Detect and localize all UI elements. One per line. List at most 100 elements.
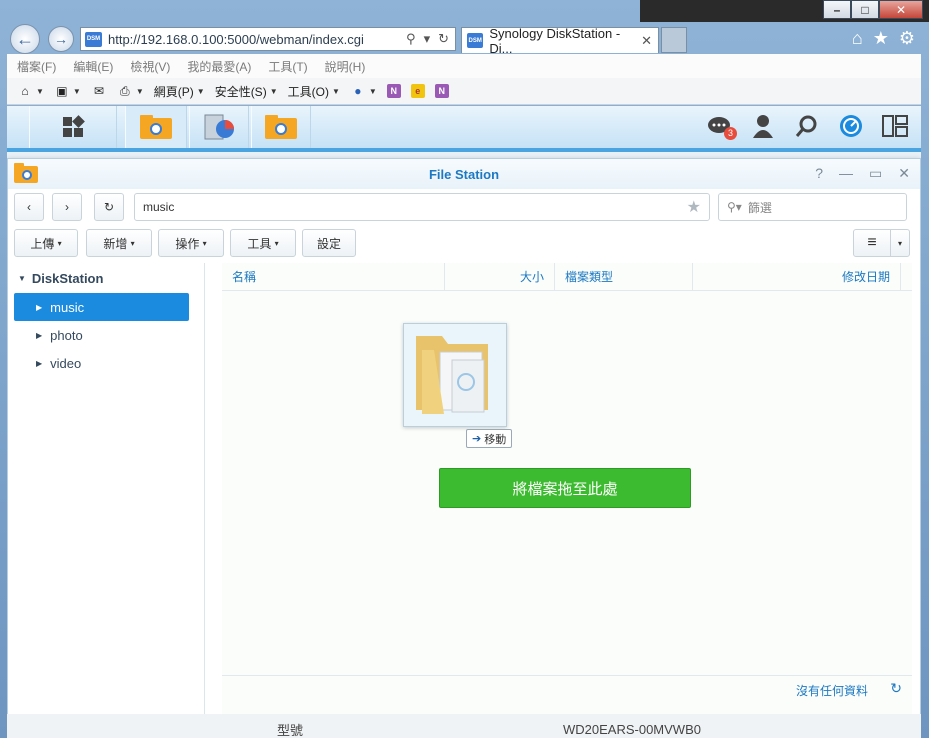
view-mode-button[interactable]: ≡ [853,229,891,257]
upload-button[interactable]: 上傳 ▾ [14,229,78,257]
gear-icon[interactable]: ⚙ [899,28,915,49]
tab-favicon-icon: DSM [467,33,484,48]
tab-close-icon[interactable]: ✕ [641,33,652,49]
tools-button[interactable]: 工具 ▾ [230,229,296,257]
tree-item-label: photo [50,327,83,343]
home-icon[interactable]: ⌂ [852,28,863,49]
search-icon[interactable]: ⚲▾ [727,200,742,214]
browser-tab[interactable]: DSM Synology DiskStation - Di... ✕ [461,26,659,56]
menu-help[interactable]: 說明(H) [325,58,366,75]
bookmark-star-icon[interactable]: ★ [687,197,701,217]
search-icon[interactable]: ⚲ [406,31,416,47]
onenote-icon[interactable]: N [386,84,401,98]
collapsed-triangle-icon[interactable]: ▶ [36,331,42,340]
chevron-down-icon: ▼ [269,86,278,96]
user-icon [753,115,773,138]
back-arrow-icon: ← [16,28,34,49]
taskbar-storage-manager[interactable] [189,106,249,148]
maximize-button[interactable]: □ [851,0,879,19]
mail-command[interactable]: ✉ [91,83,107,99]
refresh-button[interactable]: ↻ [94,193,124,221]
addon-icon[interactable]: e [410,84,425,98]
help-command[interactable]: ● ▼ [350,83,377,99]
onenote-linked-icon[interactable]: N [434,84,449,98]
home-command[interactable]: ⌂ ▼ [17,83,44,99]
filter-field[interactable]: ⚲▾ 篩選 [718,193,907,221]
forward-button[interactable]: › [52,193,82,221]
close-icon[interactable]: ✕ [898,165,910,182]
chevron-down-icon: ▼ [72,86,81,96]
column-name[interactable]: 名稱 [222,263,445,291]
column-type-label: 檔案類型 [565,270,614,284]
create-label: 新增 [103,236,128,251]
collapsed-triangle-icon[interactable]: ▶ [36,303,42,312]
column-size[interactable]: 大小 [445,263,555,291]
help-icon[interactable]: ? [815,165,823,182]
tree-item-video[interactable]: ▶ video [14,349,189,377]
menu-file[interactable]: 檔案(F) [17,58,56,75]
move-label: 移動 [484,433,507,446]
file-list-area[interactable]: 名稱 大小 檔案類型 修改日期 ➔ 移動 將檔案拖至此處 沒有任何資料 ↻ [222,263,912,725]
maximize-icon[interactable]: ▭ [869,165,882,182]
action-button[interactable]: 操作 ▾ [158,229,224,257]
menu-bar: 檔案(F) 編輯(E) 檢視(V) 我的最愛(A) 工具(T) 說明(H) [7,54,921,78]
create-button[interactable]: 新增 ▾ [86,229,152,257]
window-titlebar[interactable]: File Station ? — ▭ ✕ [8,159,920,189]
taskbar-file-station-1[interactable] [125,106,187,148]
user-button[interactable] [749,112,777,140]
view-mode-dropdown[interactable]: ▾ [890,229,910,257]
tree-item-photo[interactable]: ▶ photo [14,321,189,349]
address-text[interactable]: http://192.168.0.100:5000/webman/index.c… [108,32,364,47]
search-icon [795,115,817,137]
favorites-star-icon[interactable]: ★ [873,28,889,49]
menu-favorites[interactable]: 我的最愛(A) [187,58,251,75]
search-button[interactable] [793,112,821,140]
taskbar-right-tools: 3 [705,112,909,140]
close-window-button[interactable]: ✕ [879,0,923,19]
widgets-button[interactable] [837,112,865,140]
notifications-button[interactable]: 3 [705,112,737,140]
taskbar-file-station-2[interactable] [251,106,311,148]
minimize-button[interactable]: – [823,0,851,19]
tools-menu[interactable]: 工具(O) ▼ [288,83,340,100]
dsm-desktop: 3 File Station ? — ▭ ✕ ‹ › ↻ music ★ ⚲▾ … [7,106,921,738]
back-button[interactable]: ← [10,24,40,54]
path-field[interactable]: music ★ [134,193,710,221]
tree-item-music[interactable]: ▶ music [14,293,189,321]
show-desktop-button[interactable] [881,112,909,140]
refresh-icon[interactable]: ↻ [438,31,449,47]
minimize-icon[interactable]: — [839,165,853,182]
dropdown-icon[interactable]: ▾ [424,31,431,47]
main-menu-button[interactable] [29,106,117,148]
dragged-folder-preview [403,323,507,427]
column-modified[interactable]: 修改日期 [693,263,901,291]
chevron-down-icon: ▼ [368,86,377,96]
refresh-icon[interactable]: ↻ [890,680,902,697]
chevron-left-icon: ‹ [27,200,31,214]
dashboard-gauge-icon [840,115,862,137]
new-tab-button[interactable] [661,27,687,53]
collapsed-triangle-icon[interactable]: ▶ [36,359,42,368]
tree-root[interactable]: ▼ DiskStation [18,271,103,286]
feeds-command[interactable]: ▣ ▼ [54,83,81,99]
column-name-label: 名稱 [232,270,257,284]
column-type[interactable]: 檔案類型 [555,263,693,291]
drop-zone-button[interactable]: 將檔案拖至此處 [439,468,691,508]
address-bar[interactable]: DSM http://192.168.0.100:5000/webman/ind… [80,27,456,51]
chevron-down-icon: ▾ [897,238,902,248]
menu-tools[interactable]: 工具(T) [268,58,307,75]
back-button[interactable]: ‹ [14,193,44,221]
folder-search-icon [265,115,297,139]
expand-triangle-icon[interactable]: ▼ [18,274,26,283]
printer-icon: ⎙ [120,83,130,98]
safety-menu[interactable]: 安全性(S) ▼ [215,83,278,100]
forward-button[interactable]: → [48,26,74,52]
browser-right-icons: ⌂ ★ ⚙ [852,28,915,49]
print-command[interactable]: ⎙ ▼ [117,83,144,99]
settings-button[interactable]: 設定 [302,229,356,257]
column-size-label: 大小 [519,270,544,284]
drop-label: 將檔案拖至此處 [512,480,618,498]
page-menu[interactable]: 網頁(P) ▼ [154,83,205,100]
menu-view[interactable]: 檢視(V) [130,58,170,75]
menu-edit[interactable]: 編輯(E) [73,58,113,75]
